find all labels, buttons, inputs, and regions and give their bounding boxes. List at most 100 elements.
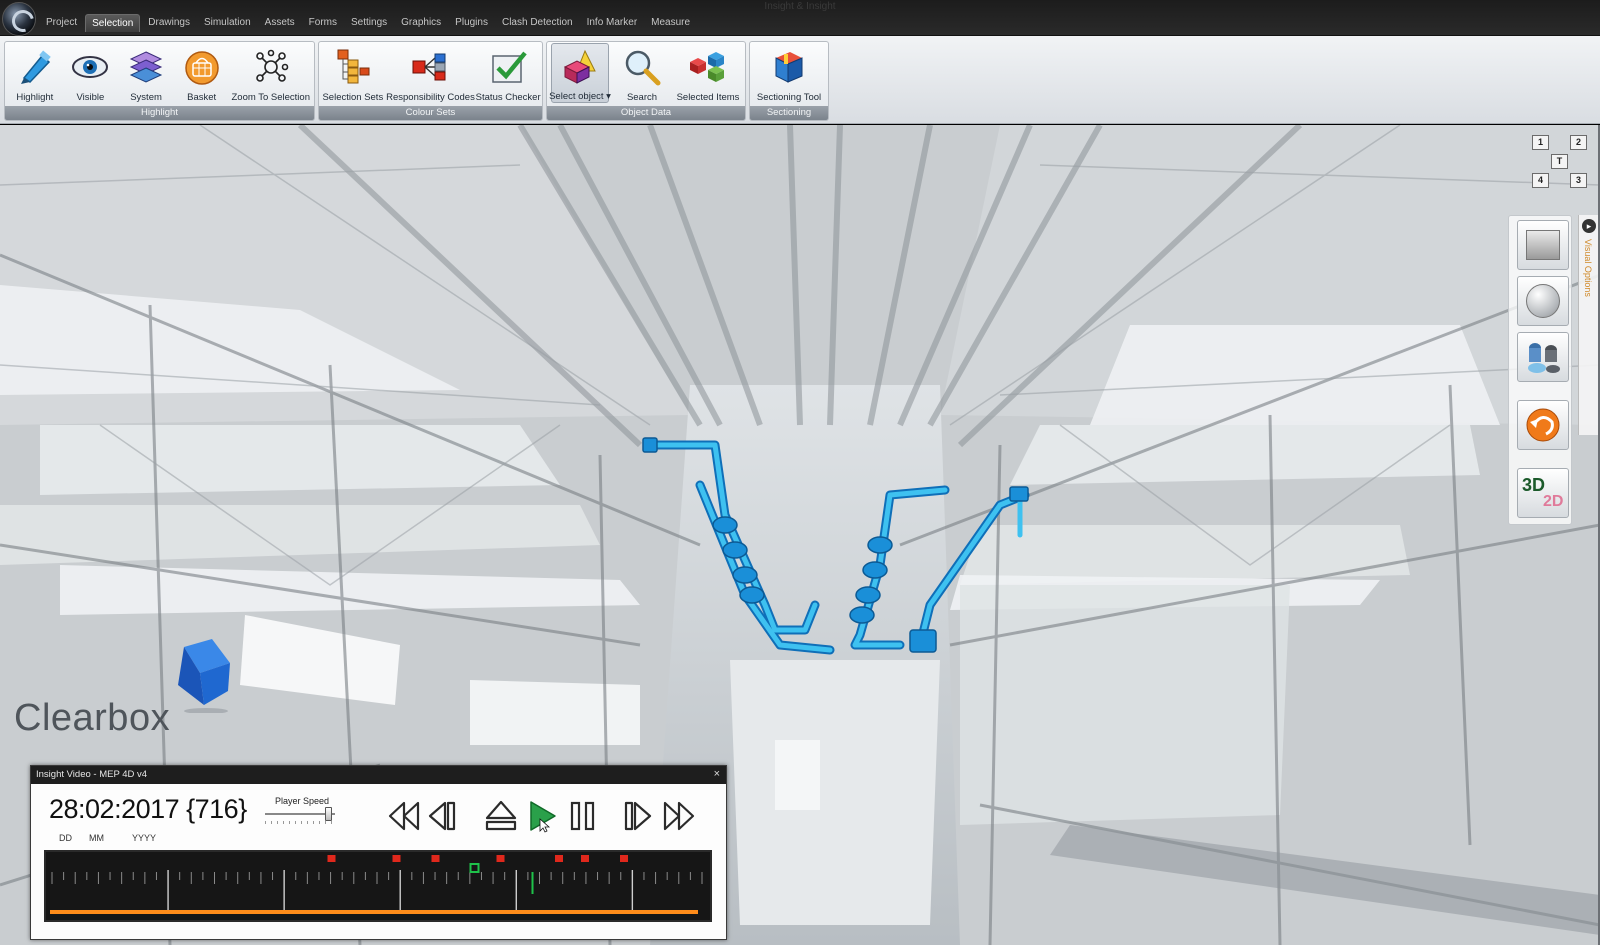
fast-forward-icon — [663, 801, 695, 831]
player-speed-thumb[interactable] — [325, 807, 333, 821]
ribbon: Highlight Visible System Basket Zoom To … — [0, 36, 1600, 124]
timeline-scrubber[interactable] — [44, 850, 712, 922]
toggle-3d-2d-button[interactable]: 3D 2D — [1517, 468, 1569, 518]
tab-settings[interactable]: Settings — [345, 14, 393, 32]
expand-arrow-icon[interactable]: ▸ — [1582, 219, 1596, 233]
fast-rewind-icon — [388, 801, 420, 831]
ribbon-group-highlight: Highlight Visible System Basket Zoom To … — [4, 41, 315, 121]
close-icon[interactable]: × — [714, 768, 720, 780]
eye-icon — [70, 46, 110, 88]
player-title: Insight Video - MEP 4D v4 — [36, 769, 148, 780]
clearbox-logo: Clearbox — [14, 633, 244, 743]
tab-project[interactable]: Project — [40, 14, 83, 32]
pause-button[interactable] — [566, 796, 600, 836]
highlight-button[interactable]: Highlight — [7, 42, 63, 103]
search-icon — [622, 46, 662, 88]
ribbon-group-sectioning: Sectioning Tool Sectioning — [749, 41, 829, 121]
search-button[interactable]: Search — [613, 42, 671, 103]
timeline-event-marker[interactable] — [620, 855, 628, 862]
menu-bar: Insight & Insight Project Selection Draw… — [0, 0, 1600, 36]
zoom-to-selection-button[interactable]: Zoom To Selection — [230, 42, 312, 103]
player-speed-label: Player Speed — [275, 796, 330, 806]
tab-forms[interactable]: Forms — [303, 14, 343, 32]
system-button[interactable]: System — [118, 42, 174, 103]
menu-tabs: Project Selection Drawings Simulation As… — [40, 14, 696, 32]
step-back-button[interactable] — [424, 796, 460, 836]
checkmark-box-icon — [488, 46, 528, 88]
responsibility-codes-icon — [410, 46, 450, 88]
tab-clash-detection[interactable]: Clash Detection — [496, 14, 579, 32]
play-button[interactable] — [524, 796, 560, 836]
rewind-to-start-button[interactable] — [386, 796, 422, 836]
zoom-to-selection-icon — [251, 46, 291, 88]
status-checker-button[interactable]: Status Checker — [476, 42, 541, 103]
clearbox-logo-text: Clearbox — [14, 697, 171, 739]
view-cube-face-4[interactable]: 4 — [1532, 173, 1549, 188]
visual-options-label: Visual Options — [1583, 239, 1593, 297]
player-speed-ticks — [265, 821, 335, 824]
date-unit-year: YYYY — [132, 833, 157, 843]
ribbon-group-title-highlight: Highlight — [5, 106, 314, 120]
object-visibility-button[interactable] — [1517, 332, 1569, 382]
date-unit-month: MM — [89, 833, 104, 843]
insight-video-player: Insight Video - MEP 4D v4 × 28:02:2017 {… — [30, 765, 727, 940]
timeline-event-marker[interactable] — [555, 855, 563, 862]
view-cube-face-2[interactable]: 2 — [1570, 135, 1587, 150]
player-titlebar[interactable]: Insight Video - MEP 4D v4 × — [31, 766, 726, 784]
eject-button[interactable] — [483, 796, 519, 836]
selection-sets-button[interactable]: Selection Sets — [322, 42, 383, 103]
timeline-event-marker[interactable] — [392, 855, 401, 862]
timeline-current-marker[interactable] — [469, 863, 480, 873]
selected-items-button[interactable]: Selected Items — [675, 42, 741, 103]
layers-cube-icon — [126, 46, 166, 88]
tab-selection[interactable]: Selection — [85, 14, 141, 32]
undo-arrow-icon — [1526, 408, 1560, 442]
object-shapes-icon — [1528, 343, 1560, 373]
view-cube-face-1[interactable]: 1 — [1532, 135, 1549, 150]
timeline-event-marker[interactable] — [496, 855, 505, 862]
tab-simulation[interactable]: Simulation — [198, 14, 257, 32]
solid-view-button[interactable] — [1517, 220, 1569, 270]
ribbon-group-title-colour-sets: Colour Sets — [319, 106, 542, 120]
view-cube-face-3[interactable]: 3 — [1570, 173, 1587, 188]
sphere-view-button[interactable] — [1517, 276, 1569, 326]
highlighter-pen-icon — [15, 46, 55, 88]
ribbon-group-object-data: Select object ▾ Search Selected Items Ob… — [546, 41, 746, 121]
eject-icon — [485, 800, 517, 831]
pause-icon — [570, 801, 595, 831]
reset-view-button[interactable] — [1517, 400, 1569, 450]
play-icon — [530, 801, 556, 833]
select-object-button[interactable]: Select object ▾ — [549, 43, 611, 103]
view-tools-palette: 3D 2D — [1508, 215, 1572, 525]
basket-icon — [182, 46, 222, 88]
box-view-icon — [1526, 230, 1560, 260]
sectioning-tool-button[interactable]: Sectioning Tool — [752, 42, 826, 103]
selected-items-icon — [688, 46, 728, 88]
view-cube[interactable]: 1 2 T 4 3 — [1530, 135, 1592, 193]
mode-2d-label: 2D — [1543, 493, 1564, 510]
timeline-event-marker[interactable] — [327, 855, 336, 862]
timeline-event-marker[interactable] — [431, 855, 440, 862]
3d-2d-toggle-icon: 3D 2D — [1519, 471, 1567, 515]
basket-button[interactable]: Basket — [174, 42, 230, 103]
sphere-icon — [1526, 284, 1560, 318]
step-back-icon — [428, 801, 456, 831]
step-forward-button[interactable] — [621, 796, 657, 836]
fast-forward-button[interactable] — [661, 796, 697, 836]
ribbon-group-colour-sets: Selection Sets Responsibility Codes Stat… — [318, 41, 543, 121]
date-unit-day: DD — [59, 833, 72, 843]
tab-plugins[interactable]: Plugins — [449, 14, 494, 32]
view-cube-face-top[interactable]: T — [1551, 154, 1568, 169]
window-title: Insight & Insight — [764, 1, 836, 12]
section-cube-icon — [769, 46, 809, 88]
tab-info-marker[interactable]: Info Marker — [581, 14, 644, 32]
mode-3d-label: 3D — [1522, 475, 1546, 495]
tab-assets[interactable]: Assets — [259, 14, 301, 32]
tab-graphics[interactable]: Graphics — [395, 14, 447, 32]
visible-button[interactable]: Visible — [63, 42, 119, 103]
responsibility-codes-button[interactable]: Responsibility Codes — [386, 42, 475, 103]
tab-drawings[interactable]: Drawings — [142, 14, 196, 32]
timeline-event-marker[interactable] — [581, 855, 589, 862]
tab-measure[interactable]: Measure — [645, 14, 696, 32]
visual-options-panel-tab[interactable]: ▸ Visual Options — [1578, 215, 1598, 435]
